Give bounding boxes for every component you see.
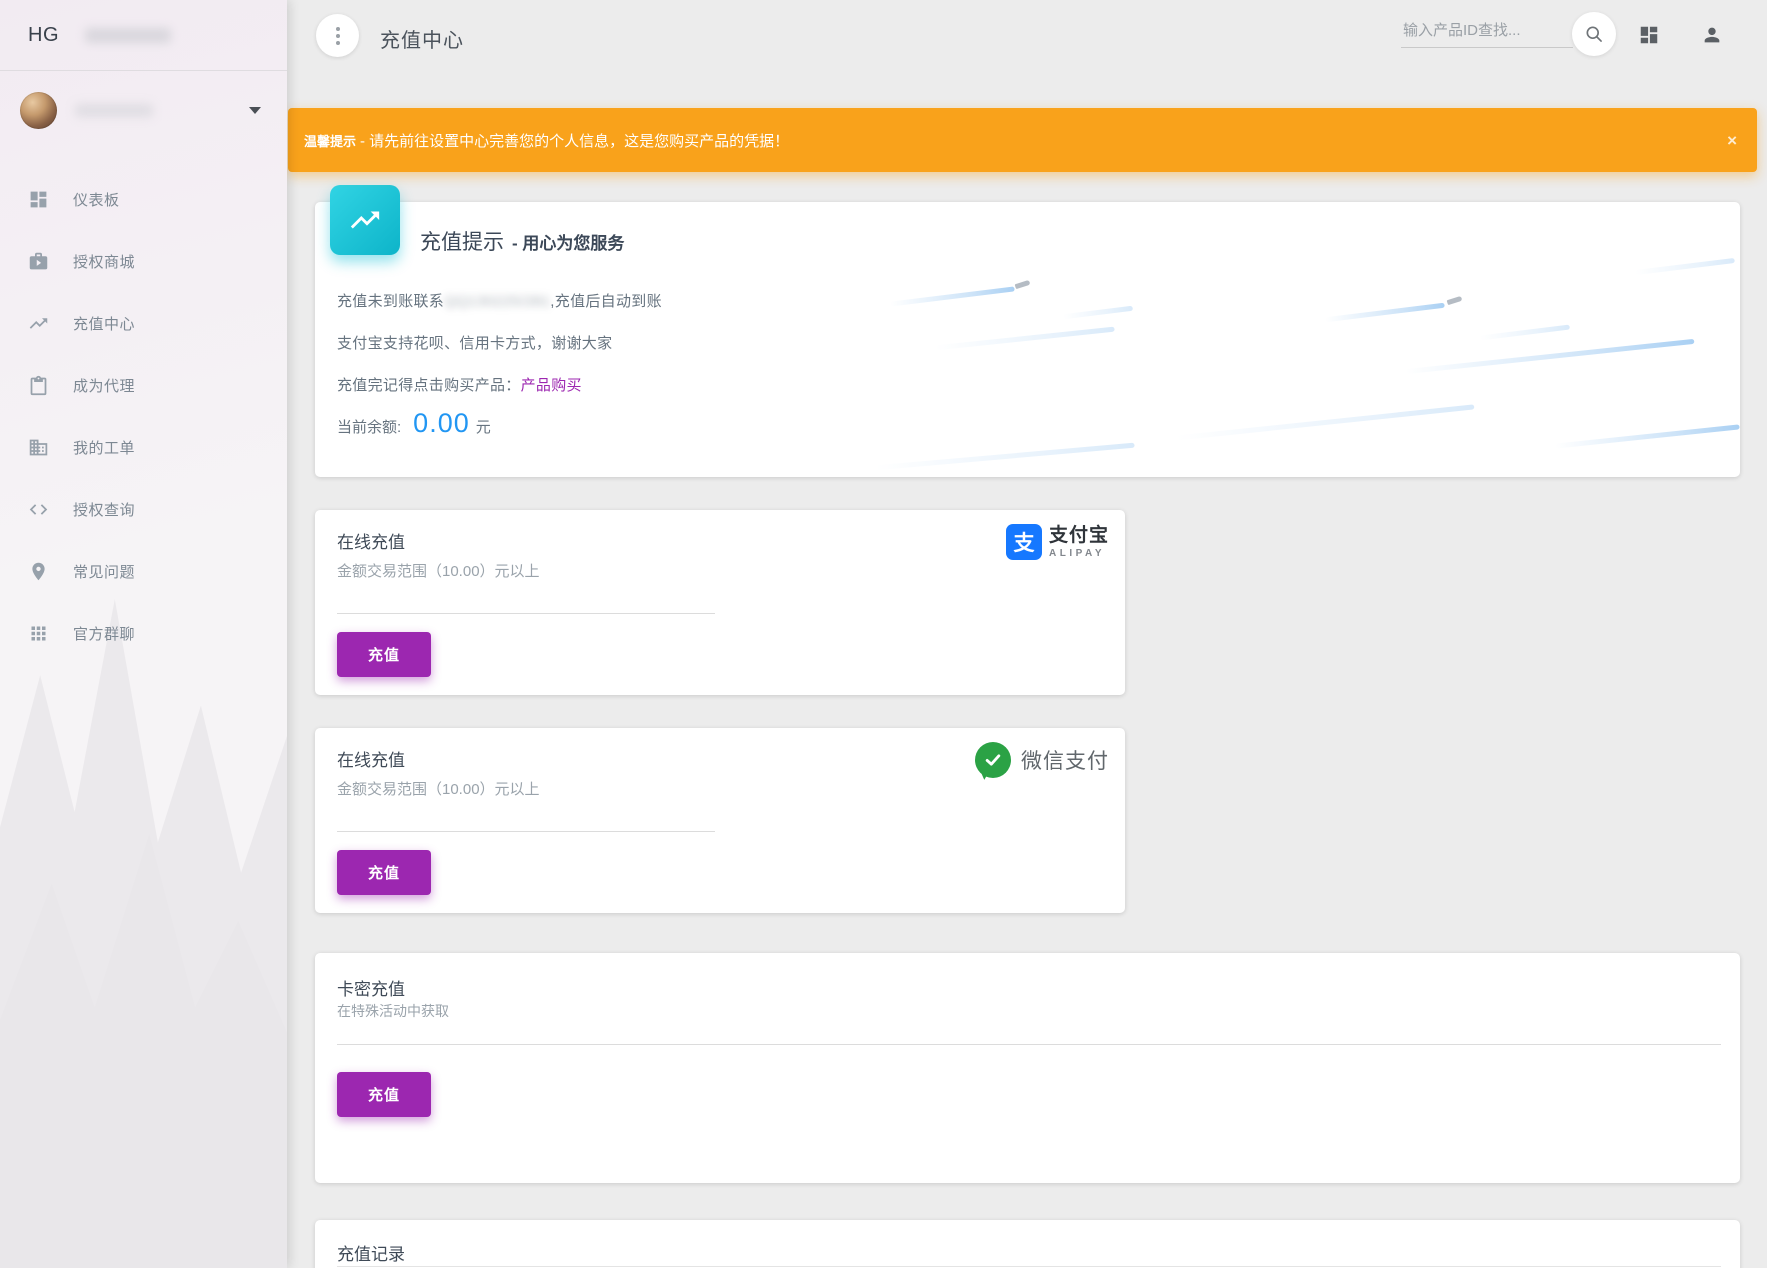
notice-line-alipay-support: 支付宝支持花呗、信用卡方式，谢谢大家	[337, 335, 613, 352]
alipay-amount-input[interactable]	[337, 590, 715, 614]
balance-label: 当前余额:	[337, 419, 402, 436]
sidebar: HG 仪表板 授权商城 充值中心 成为代理 我的工单 授权查询 常见问题 官方群…	[0, 0, 287, 1268]
sidebar-item-become-agent[interactable]: 成为代理	[0, 354, 287, 416]
wechat-brand: 微信支付	[975, 742, 1109, 778]
dashboard-shortcut-button[interactable]	[1634, 20, 1664, 50]
username-redacted	[75, 103, 153, 117]
wechat-recharge-card: 在线充值 金额交易范围（10.00）元以上 充值 微信支付	[315, 728, 1125, 913]
balance-row: 当前余额: 0.00 元	[337, 408, 491, 439]
dashboard-grid-icon	[1640, 26, 1658, 44]
wechat-recharge-button[interactable]: 充值	[337, 850, 431, 895]
cardkey-input[interactable]	[337, 1019, 1721, 1045]
map-pin-icon	[32, 562, 45, 580]
notice-line-contact: 充值未到账联系QQ130225/281,充值后自动到账	[337, 293, 662, 310]
sidebar-item-dashboard[interactable]: 仪表板	[0, 168, 287, 230]
wechat-pay-icon	[975, 742, 1011, 778]
notice-title: 充值提示	[420, 231, 504, 254]
shop-play-icon	[29, 252, 48, 269]
cardkey-recharge-button[interactable]: 充值	[337, 1072, 431, 1117]
records-divider	[337, 1266, 1721, 1267]
card-subtitle: 在特殊活动中获取	[337, 1003, 449, 1019]
sidebar-item-faq[interactable]: 常见问题	[0, 540, 287, 602]
notice-title-row: 充值提示 - 用心为您服务	[420, 226, 624, 256]
product-purchase-link[interactable]: 产品购买	[521, 377, 582, 394]
notice-subtitle: - 用心为您服务	[512, 234, 625, 253]
sidebar-divider	[0, 70, 287, 71]
trending-up-icon	[350, 211, 380, 229]
kebab-menu-button[interactable]	[316, 14, 359, 57]
sidebar-item-label: 授权查询	[73, 501, 136, 519]
search-box	[1401, 18, 1573, 48]
redacted-qq-number: QQ130225/281	[444, 293, 551, 310]
banner-label: 温馨提示	[304, 133, 357, 149]
app-logo: HG	[28, 23, 59, 46]
building-icon	[29, 439, 48, 455]
sidebar-menu: 仪表板 授权商城 充值中心 成为代理 我的工单 授权查询 常见问题 官方群聊	[0, 168, 287, 664]
sidebar-item-label: 成为代理	[73, 377, 136, 395]
alipay-brand-name: 支付宝	[1048, 524, 1109, 546]
alipay-recharge-card: 在线充值 金额交易范围（10.00）元以上 充值 支 支付宝 ALIPAY	[315, 510, 1125, 695]
alipay-recharge-button[interactable]: 充值	[337, 632, 431, 677]
recharge-notice-card: 充值提示 - 用心为您服务 充值未到账联系QQ130225/281,充值后自动到…	[315, 185, 1740, 477]
sidebar-item-label: 常见问题	[73, 563, 136, 581]
wechat-brand-name: 微信支付	[1021, 750, 1109, 773]
sidebar-item-auth-query[interactable]: 授权查询	[0, 478, 287, 540]
logo-row: HG	[0, 0, 287, 70]
notice-line-buy-product: 充值完记得点击购买产品：产品购买	[337, 377, 582, 394]
search-button[interactable]	[1572, 12, 1616, 56]
close-icon[interactable]: ×	[1727, 132, 1737, 149]
user-menu[interactable]	[0, 78, 287, 142]
sidebar-item-label: 充值中心	[73, 315, 136, 333]
card-title: 在线充值	[337, 533, 405, 552]
card-subtitle: 金额交易范围（10.00）元以上	[337, 781, 540, 798]
card-title: 在线充值	[337, 751, 405, 770]
search-input[interactable]	[1401, 18, 1573, 48]
cardkey-recharge-card: 卡密充值 在特殊活动中获取 充值	[315, 953, 1740, 1183]
dashboard-icon	[30, 191, 47, 207]
wechat-amount-input[interactable]	[337, 808, 715, 832]
sidebar-item-official-group[interactable]: 官方群聊	[0, 602, 287, 664]
sidebar-item-label: 仪表板	[73, 191, 120, 209]
page-title: 充值中心	[380, 30, 464, 52]
alipay-brand-sub: ALIPAY	[1048, 547, 1105, 559]
sidebar-item-label: 官方群聊	[73, 625, 136, 643]
card-subtitle: 金额交易范围（10.00）元以上	[337, 563, 540, 580]
sidebar-item-label: 我的工单	[73, 439, 136, 457]
alipay-brand: 支 支付宝 ALIPAY	[1005, 524, 1109, 560]
kebab-dots-icon	[335, 26, 340, 31]
sidebar-item-label: 授权商城	[73, 253, 136, 271]
apps-grid-icon	[31, 626, 46, 640]
logo-redacted-text	[85, 27, 171, 43]
chevron-down-icon[interactable]	[249, 106, 261, 114]
card-title: 卡密充值	[337, 980, 405, 999]
recharge-tile	[330, 185, 400, 255]
search-icon	[1586, 26, 1602, 42]
alipay-icon: 支	[1005, 524, 1042, 560]
banner-message: - 请先前往设置中心完善您的个人信息，这是您购买产品的凭据！	[360, 132, 790, 150]
sidebar-item-auth-shop[interactable]: 授权商城	[0, 230, 287, 292]
card-title: 充值记录	[337, 1245, 405, 1264]
balance-unit: 元	[475, 419, 491, 436]
person-icon	[1704, 27, 1720, 43]
recharge-records-card: 充值记录	[315, 1220, 1740, 1268]
sidebar-item-recharge-center[interactable]: 充值中心	[0, 292, 287, 354]
profile-button[interactable]	[1697, 20, 1727, 50]
clipboard-icon	[30, 375, 47, 395]
notice-banner: 温馨提示 - 请先前往设置中心完善您的个人信息，这是您购买产品的凭据！ ×	[288, 108, 1757, 172]
sidebar-item-my-tickets[interactable]: 我的工单	[0, 416, 287, 478]
trending-up-icon	[29, 317, 48, 329]
avatar[interactable]	[20, 91, 57, 129]
balance-value: 0.00	[413, 408, 470, 438]
code-icon	[29, 503, 48, 515]
